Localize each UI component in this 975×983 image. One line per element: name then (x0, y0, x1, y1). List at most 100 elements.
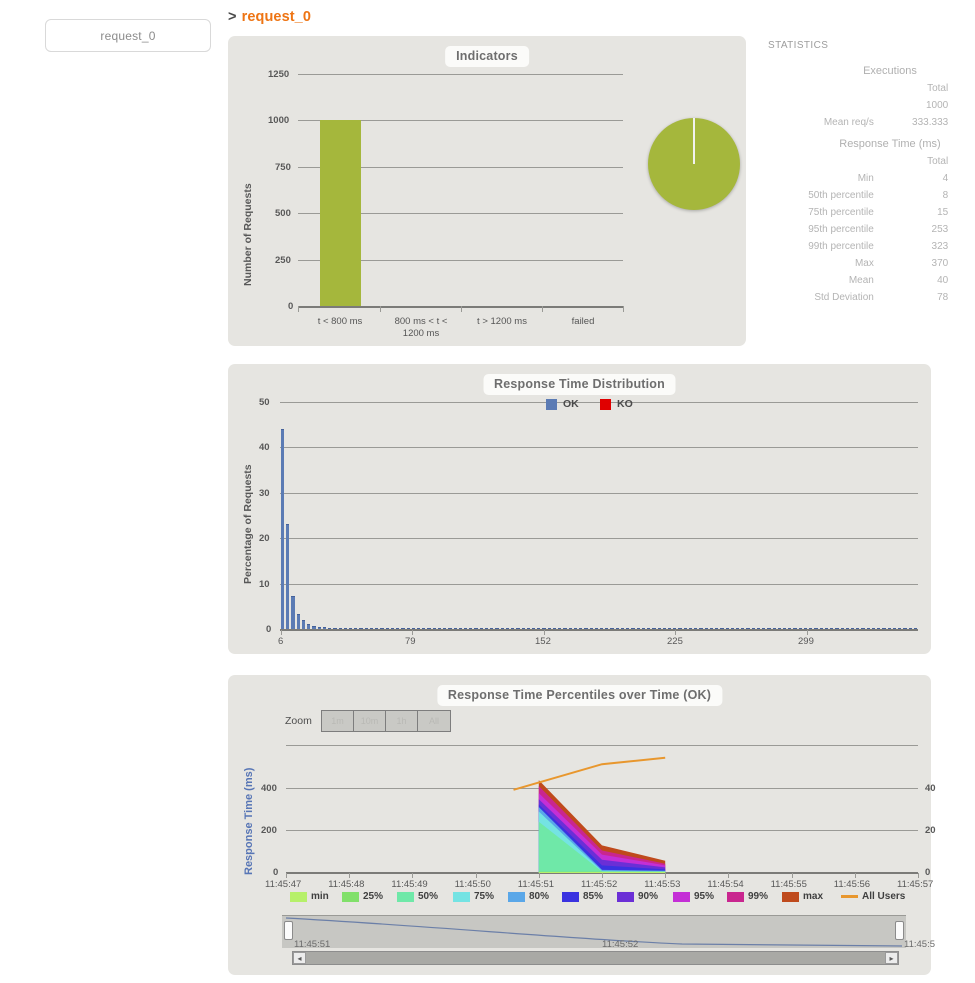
distribution-bar[interactable] (830, 628, 834, 629)
percentiles-legend-item[interactable]: min (290, 891, 329, 902)
distribution-bar[interactable] (715, 628, 719, 629)
distribution-bar[interactable] (396, 628, 400, 629)
distribution-bar[interactable] (667, 628, 672, 629)
scroll-left-arrow-icon[interactable]: ◂ (293, 952, 306, 964)
distribution-bar[interactable] (401, 627, 405, 629)
distribution-bar[interactable] (662, 628, 666, 629)
distribution-bar[interactable] (322, 627, 327, 629)
distribution-bar[interactable] (767, 628, 771, 629)
distribution-bar[interactable] (783, 628, 787, 629)
distribution-bar[interactable] (416, 628, 421, 629)
distribution-bar[interactable] (887, 628, 891, 629)
distribution-bar[interactable] (620, 628, 625, 629)
distribution-bar[interactable] (443, 628, 447, 629)
distribution-bar[interactable] (913, 628, 917, 629)
distribution-bar[interactable] (856, 628, 860, 629)
zoom-button-all[interactable]: All (418, 711, 450, 731)
distribution-bar[interactable] (579, 628, 583, 629)
distribution-bar[interactable] (809, 628, 813, 629)
distribution-bar[interactable] (286, 523, 290, 629)
distribution-bar[interactable] (474, 628, 478, 629)
zoom-button-1m[interactable]: 1m (322, 711, 354, 731)
distribution-bar[interactable] (704, 628, 708, 629)
distribution-bar[interactable] (343, 628, 347, 629)
distribution-bar[interactable] (871, 628, 876, 629)
distribution-bar[interactable] (756, 628, 761, 629)
distribution-bar[interactable] (908, 628, 912, 629)
distribution-bar[interactable] (422, 628, 426, 629)
distribution-bar[interactable] (851, 628, 855, 629)
distribution-bar[interactable] (741, 628, 745, 629)
distribution-bar[interactable] (453, 628, 457, 629)
percentiles-legend-item[interactable]: 99% (727, 891, 768, 902)
distribution-bar[interactable] (280, 429, 285, 629)
distribution-bar[interactable] (615, 628, 619, 629)
distribution-bar[interactable] (317, 626, 321, 629)
distribution-bar[interactable] (898, 628, 902, 629)
distribution-bar[interactable] (866, 628, 870, 629)
distribution-bar[interactable] (532, 628, 536, 629)
distribution-bar[interactable] (683, 628, 687, 629)
distribution-bar[interactable] (542, 628, 546, 629)
range-handle-right[interactable] (895, 921, 904, 940)
distribution-bar[interactable] (385, 628, 389, 629)
distribution-bar[interactable] (464, 628, 468, 629)
distribution-bar[interactable] (448, 628, 452, 629)
distribution-bar[interactable] (725, 628, 729, 629)
zoom-button-10m[interactable]: 10m (354, 711, 386, 731)
distribution-bar[interactable] (835, 628, 839, 629)
distribution-bar[interactable] (563, 628, 567, 629)
distribution-bar[interactable] (458, 628, 463, 629)
distribution-bar[interactable] (516, 628, 520, 629)
percentiles-area-chart[interactable] (286, 745, 918, 873)
percentiles-legend-item[interactable]: 50% (397, 891, 438, 902)
distribution-bar[interactable] (307, 624, 311, 629)
distribution-bar[interactable] (495, 628, 499, 629)
distribution-bar[interactable] (490, 628, 494, 629)
percentiles-legend-item[interactable]: max (782, 891, 823, 902)
range-selector[interactable]: 11:45:51 11:45:52 11:45:5 ◂ ▸ (282, 915, 935, 965)
percentiles-legend[interactable]: min 25% 50% 75% 80% 85% 90% 95% 99% max All Users (290, 891, 930, 907)
distribution-bar[interactable] (882, 628, 886, 629)
distribution-bar[interactable] (610, 628, 614, 629)
distribution-bar[interactable] (589, 628, 593, 629)
range-handle-left[interactable] (284, 921, 293, 940)
indicators-pie-chart[interactable] (648, 118, 740, 210)
percentiles-legend-item[interactable]: 80% (508, 891, 549, 902)
distribution-bar[interactable] (903, 628, 907, 629)
distribution-bar[interactable] (845, 628, 849, 629)
range-scrollbar[interactable]: ◂ ▸ (292, 951, 899, 965)
distribution-bar[interactable] (788, 628, 792, 629)
distribution-bar[interactable] (411, 628, 415, 629)
distribution-bar[interactable] (746, 628, 750, 629)
distribution-bar[interactable] (861, 628, 865, 629)
percentiles-legend-item[interactable]: 25% (342, 891, 383, 902)
distribution-bar[interactable] (730, 628, 734, 629)
distribution-bar[interactable] (296, 614, 300, 629)
percentiles-legend-item[interactable]: All Users (841, 891, 905, 902)
distribution-bar[interactable] (505, 628, 510, 629)
percentiles-legend-item[interactable]: 75% (453, 891, 494, 902)
distribution-bar[interactable] (427, 628, 431, 629)
distribution-bar[interactable] (500, 628, 504, 629)
distribution-bar[interactable] (636, 628, 640, 629)
distribution-bar[interactable] (437, 627, 442, 629)
distribution-bar[interactable] (484, 628, 489, 629)
distribution-bar[interactable] (709, 628, 714, 629)
distribution-bar[interactable] (301, 619, 306, 629)
distribution-bar[interactable] (328, 627, 332, 629)
zoom-button-group[interactable]: 1m 10m 1h All (321, 710, 451, 732)
distribution-bar[interactable] (814, 628, 818, 629)
distribution-bar[interactable] (406, 628, 410, 629)
distribution-bar[interactable] (526, 628, 530, 629)
distribution-bar[interactable] (552, 628, 557, 629)
distribution-bar[interactable] (369, 628, 374, 629)
distribution-bar[interactable] (521, 628, 525, 629)
distribution-bar[interactable] (652, 628, 656, 629)
distribution-bar[interactable] (605, 628, 609, 629)
distribution-bar[interactable] (359, 628, 363, 629)
distribution-bar[interactable] (777, 628, 782, 629)
distribution-bar[interactable] (657, 628, 661, 629)
distribution-bar[interactable] (793, 628, 797, 629)
distribution-bar[interactable] (558, 628, 562, 629)
